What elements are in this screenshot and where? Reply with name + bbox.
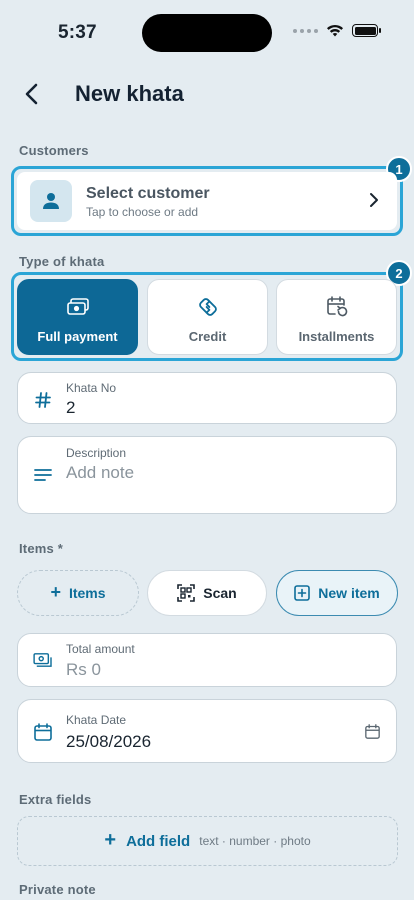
type-installments-button[interactable]: Installments (276, 279, 397, 355)
status-bar: 5:37 (0, 0, 414, 62)
status-icons (293, 24, 381, 37)
select-customer-title: Select customer (86, 185, 210, 202)
type-credit-button[interactable]: Credit (147, 279, 268, 355)
total-amount-field[interactable]: Total amount Rs 0 (17, 633, 397, 687)
total-amount-value: Rs 0 (66, 660, 101, 679)
qr-scan-icon (177, 584, 196, 602)
cash-icon (66, 298, 89, 315)
header: New khata (0, 72, 414, 116)
private-note-section-label: Private note (19, 882, 96, 897)
battery-icon (352, 24, 381, 37)
khata-no-field[interactable]: Khata No 2 (17, 372, 397, 424)
scan-label: Scan (203, 585, 237, 601)
wifi-icon (327, 24, 343, 37)
description-input[interactable]: Add note (66, 463, 134, 483)
khata-date-label: Khata Date (66, 713, 127, 727)
scan-button[interactable]: Scan (147, 570, 267, 616)
notes-icon (32, 464, 54, 486)
back-arrow-icon (25, 83, 38, 105)
type-label: Full payment (37, 329, 118, 344)
cash-icon (32, 649, 54, 671)
page-title: New khata (75, 81, 184, 106)
dynamic-island (142, 14, 272, 52)
signal-icon (293, 28, 318, 33)
plus-icon: + (50, 581, 61, 602)
hash-icon (32, 389, 54, 411)
person-icon (43, 193, 59, 209)
khata-date-field[interactable]: Khata Date 25/08/2026 (17, 699, 397, 763)
add-field-hint: text · number · photo (199, 834, 311, 848)
type-full-payment-button[interactable]: Full payment (17, 279, 138, 355)
calendar-repeat-icon (326, 296, 347, 317)
total-amount-label: Total amount (66, 642, 135, 656)
select-customer-subtitle: Tap to choose or add (86, 205, 199, 219)
add-items-label: Items (68, 585, 106, 601)
type-section-label: Type of khata (19, 254, 105, 269)
add-box-icon (294, 585, 311, 601)
back-button[interactable] (16, 78, 48, 110)
date-picker-button[interactable] (365, 724, 380, 744)
description-field[interactable]: Description Add note (17, 436, 397, 514)
type-label: Credit (188, 329, 227, 344)
add-field-label: Add field (126, 832, 191, 850)
khata-date-value: 25/08/2026 (66, 732, 152, 751)
calendar-icon (365, 724, 380, 739)
status-time: 5:37 (58, 22, 97, 43)
khata-no-value: 2 (66, 398, 76, 417)
items-section-label: Items * (19, 541, 64, 556)
avatar (30, 180, 72, 222)
khata-no-label: Khata No (66, 381, 117, 395)
chevron-right-icon (370, 193, 378, 207)
description-label: Description (66, 446, 127, 460)
calendar-icon (32, 721, 54, 743)
type-label: Installments (298, 329, 375, 344)
extra-fields-section-label: Extra fields (19, 792, 92, 807)
select-customer-button[interactable]: Select customer Tap to choose or add (17, 172, 397, 230)
new-item-button[interactable]: New item (276, 570, 398, 616)
handshake-icon (198, 298, 217, 316)
add-field-button[interactable]: + Add field text · number · photo (17, 816, 398, 866)
new-item-label: New item (318, 585, 380, 601)
add-items-button[interactable]: + Items (17, 570, 139, 616)
plus-icon: + (104, 828, 117, 851)
customers-section-label: Customers (19, 143, 89, 158)
